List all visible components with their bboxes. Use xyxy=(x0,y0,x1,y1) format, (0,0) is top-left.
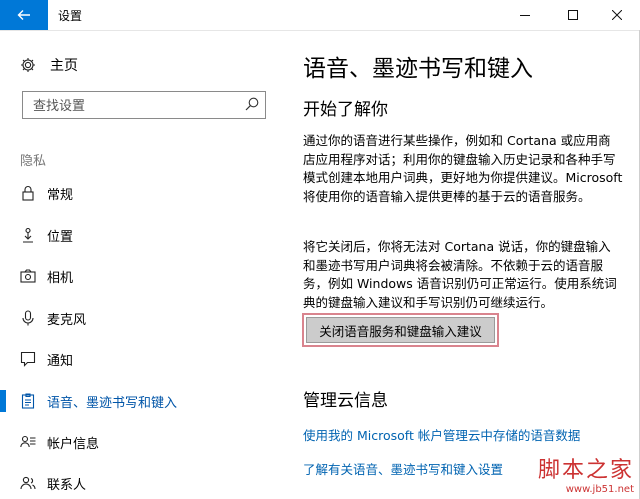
home-label: 主页 xyxy=(50,58,78,74)
active-indicator xyxy=(0,390,6,412)
sidebar-item-label: 帐户信息 xyxy=(47,437,100,452)
sidebar-item-camera[interactable]: 相机 xyxy=(0,261,285,291)
search-box[interactable] xyxy=(22,91,266,119)
microphone-icon xyxy=(20,310,36,326)
gear-icon xyxy=(21,58,35,72)
camera-icon xyxy=(20,268,36,284)
sidebar: 主页 隐私 常规 位置 相机 麦克风 通知 xyxy=(0,31,285,499)
sidebar-item-microphone[interactable]: 麦克风 xyxy=(0,303,285,333)
section-heading-manage-cloud-info: 管理云信息 xyxy=(303,391,388,411)
search-input[interactable] xyxy=(31,96,235,116)
sidebar-item-label: 通知 xyxy=(47,354,74,369)
minimize-icon xyxy=(520,15,530,16)
sidebar-item-contacts[interactable]: 联系人 xyxy=(0,468,285,498)
turn-off-speech-services-button[interactable]: 关闭语音服务和键盘输入建议 xyxy=(306,317,495,343)
close-icon xyxy=(612,10,622,20)
back-arrow-icon xyxy=(17,10,30,20)
maximize-icon xyxy=(568,10,578,20)
clipboard-icon xyxy=(20,393,36,409)
description-paragraph: 通过你的语音进行某些操作，例如和 Cortana 或应用商店应用程序对话；利用你… xyxy=(303,133,623,204)
sidebar-item-notifications[interactable]: 通知 xyxy=(0,344,285,374)
notification-icon xyxy=(20,351,36,367)
search-icon[interactable] xyxy=(245,97,259,111)
account-info-icon xyxy=(20,434,36,450)
sidebar-item-general[interactable]: 常规 xyxy=(0,178,285,208)
sidebar-item-label: 语音、墨迹书写和键入 xyxy=(47,396,178,411)
main-content: 语音、墨迹书写和键入 开始了解你 通过你的语音进行某些操作，例如和 Cortan… xyxy=(285,31,640,499)
sidebar-item-label: 位置 xyxy=(47,230,74,245)
close-button[interactable] xyxy=(594,0,640,30)
sidebar-item-label: 麦克风 xyxy=(47,313,87,328)
sidebar-item-location[interactable]: 位置 xyxy=(0,220,285,250)
sidebar-item-speech-inking-typing[interactable]: 语音、墨迹书写和键入 xyxy=(0,386,285,416)
sidebar-item-label: 常规 xyxy=(47,188,74,203)
window-title: 设置 xyxy=(58,9,83,23)
watermark-url: www.jb51.net xyxy=(565,484,634,495)
section-heading-get-to-know-you: 开始了解你 xyxy=(303,100,388,120)
minimize-button[interactable] xyxy=(502,0,548,30)
back-button[interactable] xyxy=(0,0,48,30)
watermark-text: 脚本之家 xyxy=(537,458,634,483)
privacy-section-label: 隐私 xyxy=(20,154,47,169)
sidebar-item-label: 联系人 xyxy=(47,478,87,493)
manage-cloud-voice-data-link[interactable]: 使用我的 Microsoft 帐户管理云中存储的语音数据 xyxy=(303,425,580,444)
sidebar-item-account-info[interactable]: 帐户信息 xyxy=(0,427,285,457)
contacts-icon xyxy=(20,475,36,491)
maximize-button[interactable] xyxy=(550,0,596,30)
page-title: 语音、墨迹书写和键入 xyxy=(303,56,533,82)
title-bar: 设置 xyxy=(0,0,640,31)
button-highlight-frame: 关闭语音服务和键盘输入建议 xyxy=(302,313,499,347)
location-person-icon xyxy=(20,227,36,243)
watermark: 脚本之家 www.jb51.net xyxy=(538,452,634,495)
turn-off-paragraph: 将它关闭后，你将无法对 Cortana 说话，你的键盘输入和墨迹书写用户词典将会… xyxy=(303,239,617,310)
learn-more-link[interactable]: 了解有关语音、墨迹书写和键入设置 xyxy=(303,459,503,478)
sidebar-item-label: 相机 xyxy=(47,271,74,286)
home-nav-item[interactable]: 主页 xyxy=(20,53,78,77)
lock-icon xyxy=(20,185,36,201)
